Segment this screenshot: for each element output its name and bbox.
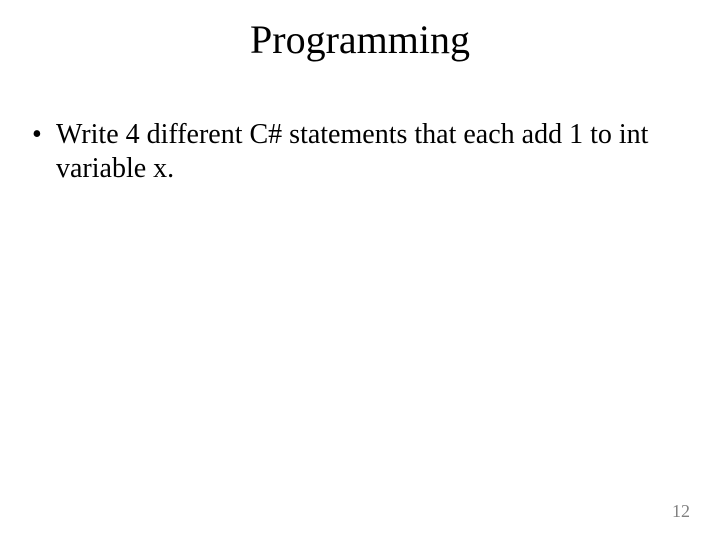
bullet-list: Write 4 different C# statements that eac… (28, 118, 680, 186)
slide-body: Write 4 different C# statements that eac… (28, 118, 680, 186)
page-number: 12 (672, 501, 690, 522)
bullet-item: Write 4 different C# statements that eac… (28, 118, 680, 186)
slide-title: Programming (0, 16, 720, 63)
slide: Programming Write 4 different C# stateme… (0, 0, 720, 540)
